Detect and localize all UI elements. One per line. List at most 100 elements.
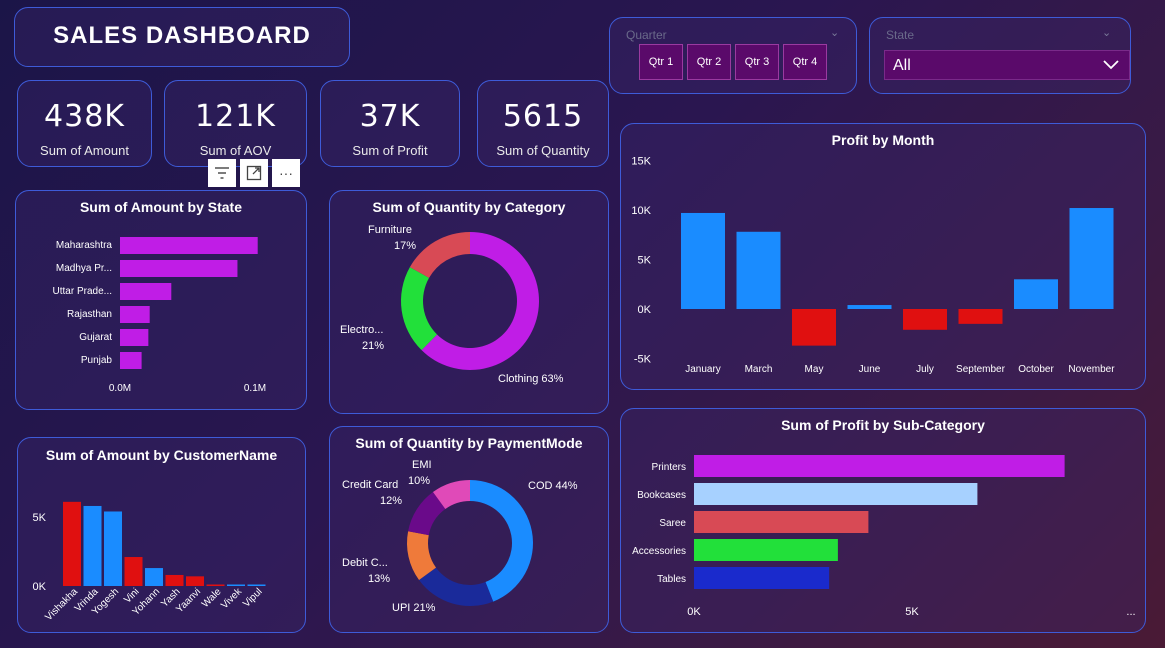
- axis-label-category: Vipul: [241, 586, 264, 609]
- pie-slice: [401, 267, 438, 351]
- axis-tick-label: -5K: [634, 354, 652, 366]
- chart-title: Sum of Quantity by PaymentMode: [355, 435, 583, 451]
- quantity-by-category-chart: Clothing 63% Electro... 21% Furniture 17%: [340, 224, 564, 385]
- bar: [681, 212, 725, 309]
- bar: [145, 568, 163, 586]
- more-categories-indicator: ...: [1126, 606, 1135, 618]
- axis-label-category: June: [859, 364, 881, 375]
- data-label: EMI: [412, 459, 432, 471]
- bar: [83, 505, 102, 586]
- state-slicer: State ⌄ All: [869, 17, 1131, 94]
- profit-by-subcategory-card[interactable]: Sum of Profit by Sub-Category Printers Bo…: [620, 408, 1146, 633]
- axis-tick-label: 10K: [631, 205, 651, 217]
- bar: [186, 576, 204, 586]
- axis-label-category: Maharashtra: [56, 240, 113, 251]
- quantity-by-paymentmode-card[interactable]: Sum of Quantity by PaymentMode COD 44% UP…: [329, 426, 609, 633]
- axis-tick-label: 0K: [33, 581, 47, 593]
- data-label: 13%: [368, 573, 390, 585]
- kpi-card-aov[interactable]: 121K Sum of AOV: [164, 80, 307, 167]
- kpi-label: Sum of Amount: [40, 143, 129, 158]
- bar: [120, 329, 149, 346]
- axis-label-category: Tables: [657, 574, 686, 585]
- axis-label-category: Printers: [652, 462, 686, 473]
- chart-title: Profit by Month: [831, 132, 935, 148]
- bar: [120, 283, 172, 300]
- data-label: 10%: [408, 475, 430, 487]
- quantity-by-paymentmode-chart: COD 44% UPI 21% Debit C... 13% Credit Card 12…: [342, 459, 578, 614]
- state-selected-value: All: [893, 57, 911, 74]
- bar: [63, 501, 81, 586]
- axis-tick-label: 5K: [638, 255, 652, 267]
- amount-by-state-chart: Maharashtra Madhya Pr... Uttar Prade... Raj…: [53, 237, 266, 394]
- pie-slice: [419, 567, 494, 606]
- quarter-option-3[interactable]: Qtr 3: [735, 44, 779, 80]
- kpi-label: Sum of AOV: [199, 143, 272, 158]
- kpi-card-amount[interactable]: 438K Sum of Amount: [17, 80, 152, 167]
- dashboard-title: SALES DASHBOARD: [53, 22, 311, 49]
- bar: [227, 584, 245, 586]
- axis-label-category: Gujarat: [79, 332, 112, 343]
- data-label: Clothing 63%: [498, 373, 564, 385]
- chart-title: Sum of Amount by State: [79, 199, 243, 215]
- bar: [694, 511, 869, 533]
- axis-label-category: October: [1018, 364, 1054, 375]
- profit-by-month-chart: 15K 10K 5K 0K -5K January March May June July Sept…: [631, 156, 1115, 376]
- quarter-option-1[interactable]: Qtr 1: [639, 44, 683, 80]
- dashboard-title-card: SALES DASHBOARD: [14, 7, 350, 67]
- bar: [104, 511, 122, 586]
- kpi-label: Sum of Quantity: [496, 143, 590, 158]
- data-label: 12%: [380, 495, 402, 507]
- focus-mode-icon[interactable]: [240, 159, 268, 187]
- axis-label-category: Wale: [200, 586, 224, 610]
- data-label: Debit C...: [342, 557, 388, 569]
- quarter-option-4[interactable]: Qtr 4: [783, 44, 827, 80]
- axis-tick-label: 0K: [638, 304, 652, 316]
- kpi-value: 5615: [502, 99, 584, 134]
- data-label: Credit Card: [342, 479, 398, 491]
- kpi-card-quantity[interactable]: 5615 Sum of Quantity: [477, 80, 609, 167]
- axis-tick-label: 15K: [631, 156, 651, 168]
- filter-icon[interactable]: [208, 159, 236, 187]
- bar: [247, 584, 266, 586]
- quarter-option-2[interactable]: Qtr 2: [687, 44, 731, 80]
- bar: [120, 352, 142, 369]
- bar: [120, 237, 258, 254]
- profit-by-month-card[interactable]: Profit by Month 15K 10K 5K 0K -5K January Marc…: [620, 123, 1146, 390]
- axis-tick-label: 5K: [33, 512, 47, 524]
- chevron-down-icon[interactable]: ⌄: [830, 26, 839, 39]
- data-label: 21%: [362, 340, 384, 352]
- data-label: 17%: [394, 240, 416, 252]
- bar: [694, 455, 1065, 477]
- bar: [1014, 279, 1058, 309]
- bar: [736, 231, 781, 309]
- data-label: UPI 21%: [392, 602, 436, 614]
- bar: [792, 309, 836, 346]
- axis-label-category: November: [1068, 364, 1115, 375]
- axis-label-category: Rajasthan: [67, 309, 112, 320]
- data-label: Furniture: [368, 224, 412, 236]
- visual-toolbar: ···: [208, 159, 300, 187]
- axis-tick-label: 0.1M: [244, 383, 266, 394]
- bar: [120, 306, 150, 323]
- quarter-slicer: Quarter ⌄ Qtr 1 Qtr 2 Qtr 3 Qtr 4: [609, 17, 857, 94]
- state-dropdown[interactable]: All: [884, 50, 1130, 80]
- bar: [903, 309, 947, 330]
- kpi-card-profit[interactable]: 37K Sum of Profit: [320, 80, 460, 167]
- chart-title: Sum of Amount by CustomerName: [45, 447, 278, 463]
- axis-label-category: Vivek: [219, 586, 245, 612]
- amount-by-state-card[interactable]: Sum of Amount by State Maharashtra Madhya…: [15, 190, 307, 410]
- axis-label-category: Uttar Prade...: [53, 286, 112, 297]
- data-label: COD 44%: [528, 480, 578, 492]
- quantity-by-category-card[interactable]: Sum of Quantity by Category Clothing 63%…: [329, 190, 609, 414]
- axis-label-category: Madhya Pr...: [56, 263, 112, 274]
- pie-slice: [409, 232, 470, 278]
- kpi-value: 438K: [44, 99, 125, 134]
- axis-label-category: July: [916, 364, 934, 375]
- chart-title: Sum of Profit by Sub-Category: [781, 417, 985, 433]
- more-options-icon[interactable]: ···: [272, 159, 300, 187]
- axis-label-category: Bookcases: [637, 490, 686, 501]
- bar: [694, 483, 978, 505]
- amount-by-customer-card[interactable]: Sum of Amount by CustomerName 5K 0K Vishak…: [17, 437, 306, 633]
- pie-slice: [470, 480, 533, 602]
- chevron-down-icon[interactable]: ⌄: [1102, 26, 1111, 39]
